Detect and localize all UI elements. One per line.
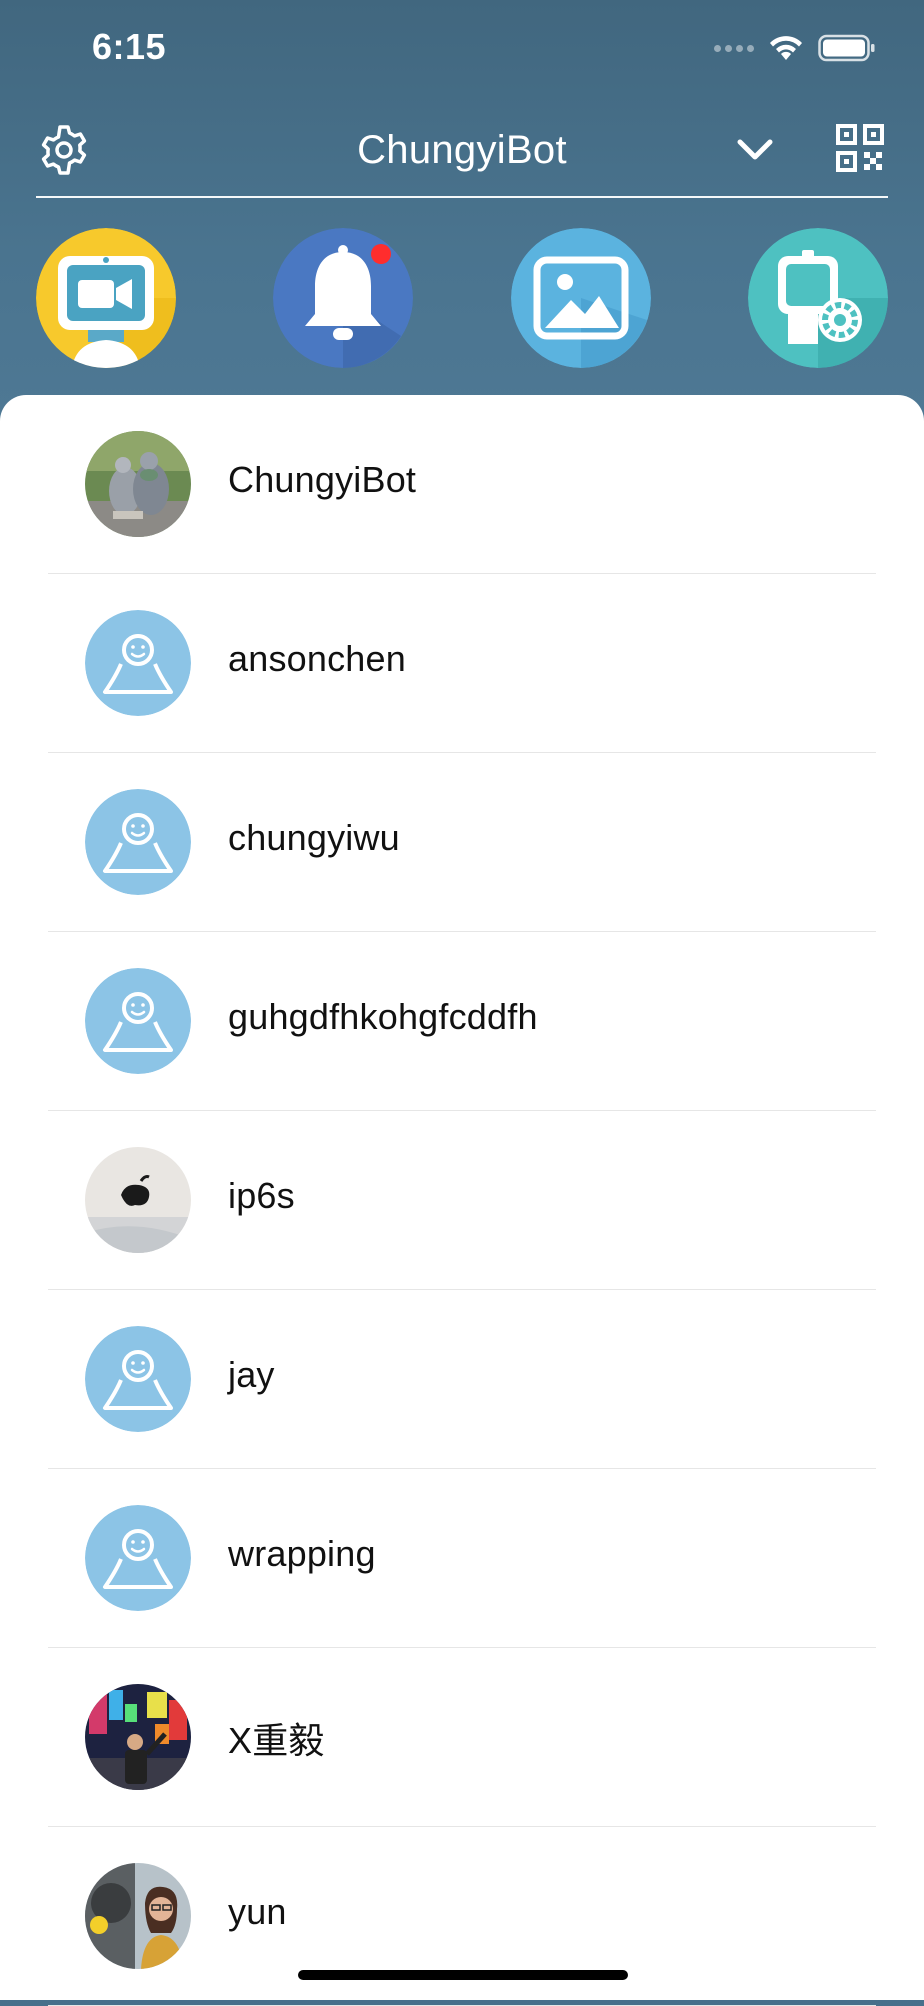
person-photo-avatar [85,1863,191,1969]
contact-name: X重毅 [228,1720,325,1761]
video-call-shortcut[interactable] [36,228,176,368]
avatar [85,789,191,895]
contact-row-chungyiwu[interactable]: chungyiwu [48,753,876,932]
contact-row-x-chongyi[interactable]: X重毅 [48,1648,876,1827]
contact-name: ip6s [228,1175,295,1216]
top-bar: ChungyiBot [36,112,888,196]
device-settings-shortcut[interactable] [748,228,888,368]
contact-list: ChungyiBot ansonchen chungyiwu guhgdfhko… [48,395,876,2006]
contact-name: jay [228,1354,275,1395]
qr-code-button[interactable] [836,124,884,172]
default-user-icon [85,610,191,716]
contact-row-chungyibot[interactable]: ChungyiBot [48,395,876,574]
contact-name: wrapping [228,1533,376,1574]
header-divider [36,196,888,198]
wifi-icon [768,34,804,62]
avatar [85,1684,191,1790]
contact-row-jay[interactable]: jay [48,1290,876,1469]
gallery-icon [511,228,651,368]
app-header: 6:15 ChungyiBot [0,0,924,420]
contact-list-sheet: ChungyiBot ansonchen chungyiwu guhgdfhko… [0,395,924,2006]
status-time: 6:15 [92,26,167,67]
avatar [85,1863,191,1969]
avatar [85,1326,191,1432]
contact-row-ip6s[interactable]: ip6s [48,1111,876,1290]
avatar [85,610,191,716]
bell-icon [273,228,413,368]
default-user-icon [85,789,191,895]
contact-name: yun [228,1891,287,1932]
contact-row-guhgdfhkohgfcddfh[interactable]: guhgdfhkohgfcddfh [48,932,876,1111]
chevron-down-icon [737,139,773,160]
battery-icon [818,34,876,62]
notification-badge [371,244,391,264]
qr-code-icon [836,124,884,172]
shortcut-bar [36,228,888,368]
notifications-shortcut[interactable] [273,228,413,368]
default-user-icon [85,1326,191,1432]
city-photo-avatar [85,1684,191,1790]
contact-row-wrapping[interactable]: wrapping [48,1469,876,1648]
avatar [85,431,191,537]
contact-row-ansonchen[interactable]: ansonchen [48,574,876,753]
default-user-icon [85,968,191,1074]
pigeon-photo-avatar [85,431,191,537]
contact-name: ansonchen [228,638,406,679]
account-dropdown-button[interactable] [730,130,780,170]
status-indicators [714,34,876,62]
avatar [85,968,191,1074]
contact-name: ChungyiBot [228,459,417,500]
cellular-signal-icon [714,44,754,52]
default-user-icon [85,1505,191,1611]
avatar [85,1505,191,1611]
device-settings-icon [748,228,888,368]
home-indicator[interactable] [298,1970,628,1980]
avatar [85,1147,191,1253]
contact-name: guhgdfhkohgfcddfh [228,996,538,1037]
gallery-shortcut[interactable] [511,228,651,368]
video-robot-icon [36,228,176,368]
device-photo-avatar [85,1147,191,1253]
contact-name: chungyiwu [228,817,400,858]
